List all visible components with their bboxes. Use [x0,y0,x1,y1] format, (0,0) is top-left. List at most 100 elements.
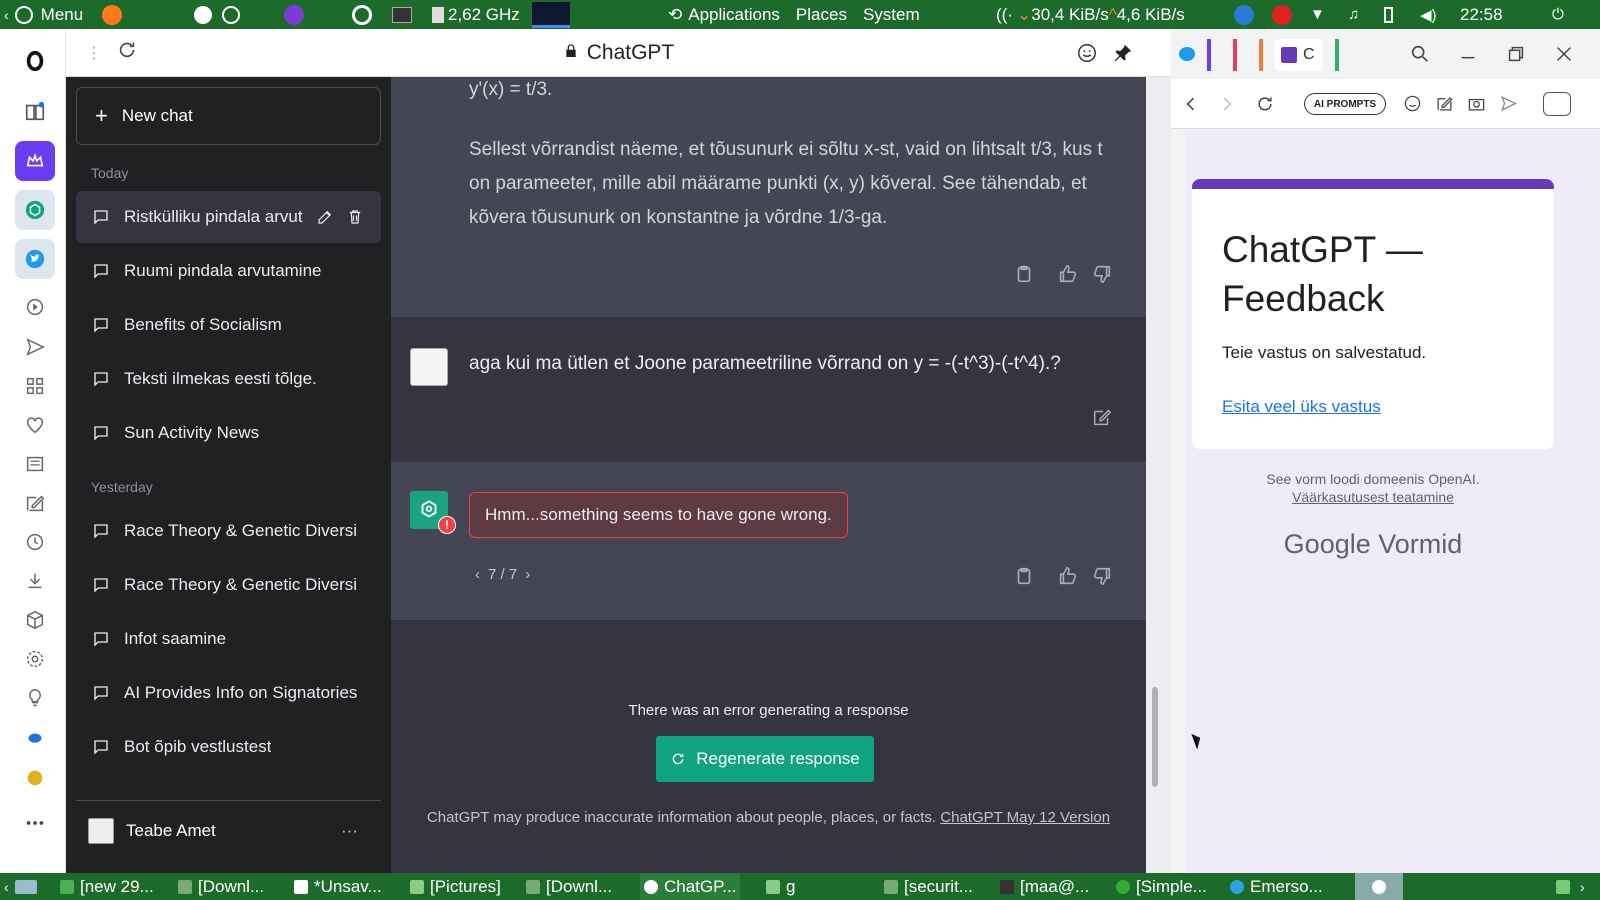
thumbs-up-icon[interactable] [1057,263,1079,285]
delete-chat-icon[interactable] [346,208,364,226]
messenger-icon[interactable] [15,719,55,759]
minimize-icon[interactable] [1457,43,1479,70]
menu-button[interactable]: ‹ Menu [4,0,83,29]
download-icon[interactable] [15,561,55,601]
thumbs-down-icon[interactable] [1091,263,1113,285]
taskbar-item[interactable]: [Downl... [526,873,612,900]
regenerate-button[interactable]: Regenerate response [656,736,874,782]
apps-grid-icon[interactable] [15,366,55,406]
podcast-app-icon[interactable] [284,0,304,29]
user-menu-row[interactable]: Teabe Amet ··· [76,800,381,860]
submit-another-link[interactable]: Esita veel üks vastus [1222,397,1381,417]
history-icon[interactable] [15,522,55,562]
pin-icon[interactable] [1112,42,1134,69]
settings-gear-icon[interactable] [15,639,55,679]
next-response-icon[interactable]: › [525,566,530,583]
more-options-icon[interactable]: ··· [341,821,358,841]
show-desktop-icon[interactable]: ‹ [4,873,37,900]
opera-logo-icon[interactable] [15,41,55,81]
taskbar-item[interactable]: Emerso... [1230,873,1323,900]
wifi-tray-icon[interactable]: ▼ [1310,0,1325,29]
more-icon[interactable] [15,803,55,843]
terminal-launcher-icon[interactable] [392,0,412,29]
forward-icon[interactable] [1217,94,1237,119]
restore-icon[interactable] [1505,43,1527,70]
firefox-launcher-icon[interactable] [102,0,122,29]
places-menu[interactable]: Places [796,5,847,25]
settings-icon[interactable] [222,0,240,29]
camera-icon[interactable] [1467,94,1486,118]
taskbar-item[interactable]: ChatGP... [640,873,741,900]
report-abuse-link[interactable]: Väärkasutusest teatamine [1185,489,1561,505]
thumbs-up-icon[interactable] [1057,565,1079,587]
chat-item[interactable]: Ristkülliku pindala arvut [76,191,381,243]
scrollbar[interactable] [1146,77,1171,873]
new-chat-button[interactable]: + New chat [76,87,381,145]
applications-menu[interactable]: ⟲ Applications [668,5,780,25]
trash-icon[interactable]: › [1556,873,1585,900]
taskbar-item[interactable]: [Downl... [178,873,264,900]
chat-item[interactable]: Teksti ilmekas eesti tõlge. [76,353,381,405]
notification-icon[interactable]: ♫ [1348,0,1359,29]
twitter-tab-icon[interactable] [1179,47,1195,61]
reload-icon[interactable] [1255,94,1275,119]
twitter-sidebar-icon[interactable] [15,239,55,279]
chat-item[interactable]: Race Theory & Genetic Diversi [76,505,381,557]
copy-icon[interactable] [1013,263,1035,285]
back-icon[interactable] [1181,94,1201,119]
chat-item[interactable]: Bot õpib vestlustest [76,721,381,773]
opera-launcher-icon[interactable] [352,0,372,29]
taskbar-item[interactable]: [maa@... [1000,873,1089,900]
emoji-icon[interactable] [1403,94,1422,118]
news-icon[interactable] [15,444,55,484]
bookmarks-icon[interactable] [15,92,55,132]
edit-message-icon[interactable] [1091,406,1113,428]
workspace-switcher[interactable] [1355,873,1403,900]
edit-icon[interactable] [15,483,55,523]
accessibility-icon[interactable] [194,0,212,29]
edit-chat-icon[interactable] [316,208,334,226]
prev-response-icon[interactable]: ‹ [475,566,480,583]
app-tray-icon[interactable] [1234,0,1254,29]
taskbar-item[interactable]: [Pictures] [410,873,501,900]
profile-icon[interactable] [1543,92,1571,116]
chat-item[interactable]: Ruumi pindala arvutamine [76,245,381,297]
heart-icon[interactable] [15,405,55,445]
scrollbar-thumb[interactable] [1152,687,1158,787]
send-icon[interactable] [15,327,55,367]
chat-item[interactable]: AI Provides Info on Signatories [76,667,381,719]
power-icon[interactable]: ⏻ [1552,0,1564,29]
volume-icon[interactable]: ◀) [1420,0,1437,29]
extensions-cube-icon[interactable] [15,600,55,640]
version-link[interactable]: ChatGPT May 12 Version [940,809,1110,826]
wallet-icon[interactable] [15,758,55,798]
chat-item-label: Ristkülliku pindala arvut [124,207,303,226]
taskbar-item[interactable]: [securit... [884,873,973,900]
chat-item[interactable]: Infot saamine [76,613,381,665]
chat-item[interactable]: Benefits of Socialism [76,299,381,351]
battery-icon[interactable] [1384,0,1393,29]
chat-item[interactable]: Race Theory & Genetic Diversi [76,559,381,611]
record-icon[interactable] [1272,0,1292,29]
emoji-icon[interactable] [1076,42,1098,69]
clock[interactable]: 22:58 [1460,0,1503,29]
page-title[interactable]: ChatGPT [66,29,1171,77]
copy-icon[interactable] [1013,565,1035,587]
search-icon[interactable] [1409,43,1431,70]
active-tab[interactable]: C [1275,39,1323,71]
ai-prompts-button[interactable]: AI PROMPTS [1304,93,1386,115]
close-icon[interactable] [1553,43,1575,70]
thumbs-down-icon[interactable] [1091,565,1113,587]
taskbar-item[interactable]: [Simple... [1116,873,1207,900]
chatgpt-sidebar-icon[interactable] [15,190,55,230]
player-icon[interactable] [15,287,55,327]
taskbar-item[interactable]: g [766,873,795,900]
taskbar-item[interactable]: *Unsav... [294,873,382,900]
chat-item[interactable]: Sun Activity News [76,407,381,459]
taskbar-item[interactable]: [new 29... [60,873,154,900]
crown-icon[interactable] [15,141,55,181]
send-icon[interactable] [1499,94,1518,118]
system-menu[interactable]: System [863,5,920,25]
lightbulb-icon[interactable] [15,678,55,718]
edit-icon[interactable] [1435,94,1454,118]
